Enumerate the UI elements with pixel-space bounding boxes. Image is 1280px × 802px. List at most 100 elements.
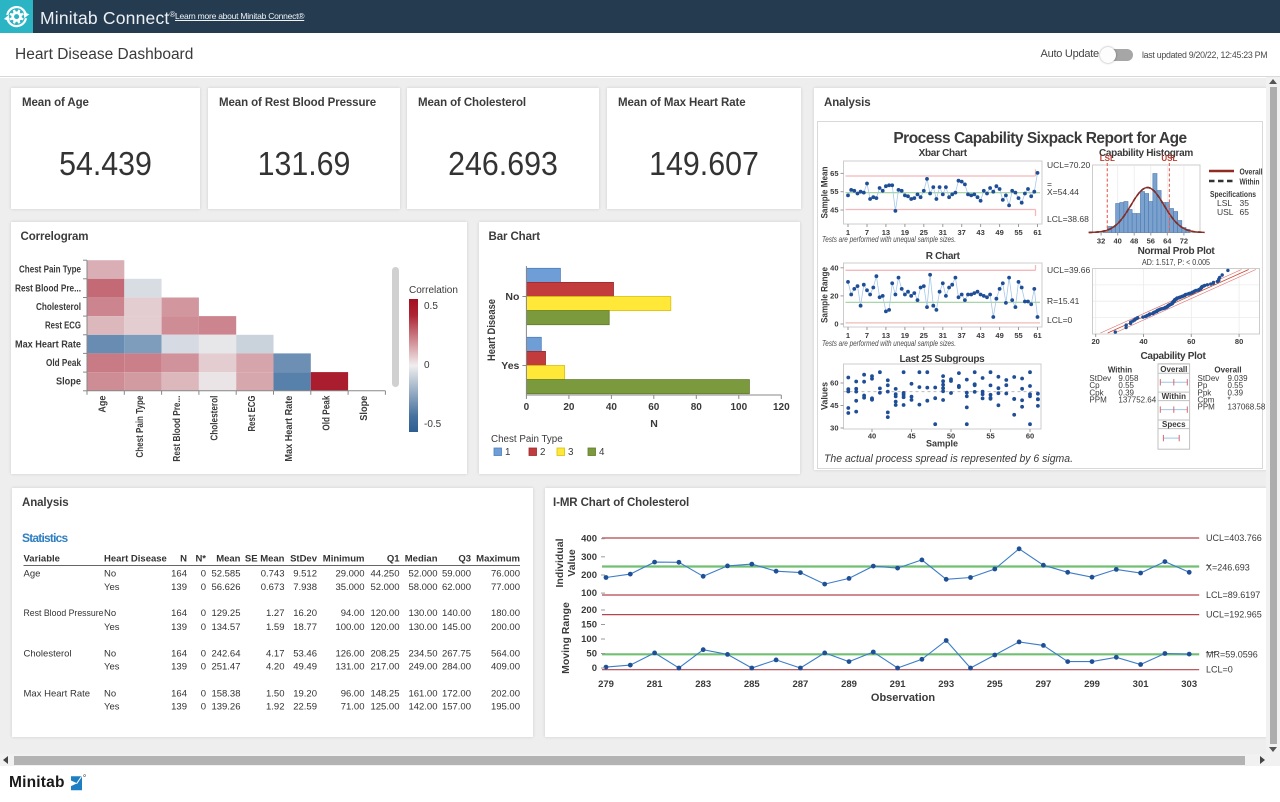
- svg-text:267.75: 267.75: [442, 649, 471, 660]
- svg-text:180.00: 180.00: [491, 608, 520, 619]
- svg-text:Xbar Chart: Xbar Chart: [919, 148, 968, 159]
- svg-text:Max Heart Rate: Max Heart Rate: [24, 689, 91, 700]
- svg-text:LSL: LSL: [1100, 154, 1115, 163]
- svg-text:4.17: 4.17: [266, 649, 285, 660]
- svg-text:Q1: Q1: [387, 554, 400, 565]
- svg-text:281: 281: [647, 679, 664, 690]
- svg-text:137068.58: 137068.58: [1228, 403, 1266, 412]
- svg-text:200.00: 200.00: [491, 622, 520, 633]
- svg-text:1.27: 1.27: [266, 608, 285, 619]
- svg-text:202.00: 202.00: [491, 689, 520, 700]
- svg-text:242.64: 242.64: [211, 649, 240, 660]
- svg-text:19.20: 19.20: [293, 689, 317, 700]
- svg-text:125.00: 125.00: [370, 701, 399, 712]
- svg-text:Heart Disease: Heart Disease: [486, 299, 498, 361]
- svg-text:30: 30: [830, 424, 838, 433]
- svg-text:43: 43: [976, 228, 984, 237]
- svg-text:X=246.693: X=246.693: [1206, 563, 1250, 573]
- svg-text:40: 40: [606, 402, 618, 413]
- svg-text:284.00: 284.00: [442, 662, 471, 673]
- svg-text:Tests are performed with unequ: Tests are performed with unequal sample …: [822, 338, 956, 348]
- svg-text:7.938: 7.938: [293, 582, 317, 593]
- svg-text:139: 139: [171, 662, 187, 673]
- svg-text:289: 289: [841, 679, 857, 690]
- svg-text:65: 65: [1240, 207, 1250, 217]
- svg-text:29.000: 29.000: [335, 569, 364, 580]
- svg-text:Value: Value: [566, 549, 578, 577]
- svg-text:Within: Within: [1162, 392, 1186, 401]
- svg-text:Capability Plot: Capability Plot: [1141, 351, 1207, 362]
- svg-text:-0.5: -0.5: [424, 419, 442, 430]
- svg-text:18.77: 18.77: [293, 622, 317, 633]
- svg-text:130.00: 130.00: [408, 608, 437, 619]
- svg-text:Process Capability Sixpack Rep: Process Capability Sixpack Report for Ag…: [893, 130, 1187, 147]
- svg-text:0.743: 0.743: [261, 569, 285, 580]
- svg-text:Sample: Sample: [926, 439, 958, 449]
- svg-text:56: 56: [1147, 237, 1155, 246]
- svg-text:Chest Pain Type: Chest Pain Type: [135, 395, 146, 457]
- svg-text:65: 65: [830, 169, 838, 178]
- svg-text:148.25: 148.25: [370, 689, 399, 700]
- svg-text:Rest ECG: Rest ECG: [45, 321, 81, 332]
- svg-text:StDev: StDev: [290, 554, 318, 565]
- svg-text:120.00: 120.00: [370, 622, 399, 633]
- svg-text:297: 297: [1035, 679, 1051, 690]
- svg-text:60: 60: [830, 379, 838, 388]
- svg-text:49: 49: [995, 331, 1003, 340]
- svg-text:Slope: Slope: [359, 395, 370, 421]
- svg-text:137752.64: 137752.64: [1118, 396, 1156, 405]
- svg-text:134.57: 134.57: [211, 622, 240, 633]
- svg-text:37: 37: [958, 331, 966, 340]
- svg-text:Minimum: Minimum: [323, 554, 365, 565]
- svg-text:No: No: [104, 689, 116, 700]
- svg-text:1.50: 1.50: [266, 689, 285, 700]
- svg-text:20: 20: [1092, 337, 1100, 346]
- svg-text:52.000: 52.000: [370, 582, 399, 593]
- svg-text:126.00: 126.00: [335, 649, 364, 660]
- svg-text:77.000: 77.000: [491, 582, 520, 593]
- svg-text:Q3: Q3: [458, 554, 471, 565]
- svg-text:139: 139: [171, 582, 187, 593]
- svg-text:Moving Range: Moving Range: [560, 602, 572, 674]
- svg-text:1: 1: [505, 447, 510, 458]
- svg-text:564.00: 564.00: [491, 649, 520, 660]
- svg-text:Chest Pain Type: Chest Pain Type: [19, 265, 81, 276]
- svg-text:No: No: [505, 291, 519, 303]
- svg-text:0: 0: [201, 622, 206, 633]
- svg-text:Specs: Specs: [1162, 420, 1186, 429]
- svg-text:MR=59.0596: MR=59.0596: [1206, 649, 1258, 659]
- svg-text:52.000: 52.000: [408, 569, 437, 580]
- svg-text:Rest Blood Pre...: Rest Blood Pre...: [15, 283, 81, 294]
- svg-text:48: 48: [1130, 237, 1138, 246]
- svg-text:0: 0: [424, 360, 430, 371]
- svg-text:Cholesterol: Cholesterol: [24, 649, 72, 660]
- svg-text:40: 40: [868, 432, 876, 441]
- svg-text:142.00: 142.00: [408, 701, 437, 712]
- svg-text:Median: Median: [405, 554, 438, 565]
- svg-text:62.000: 62.000: [442, 582, 471, 593]
- svg-text:0: 0: [201, 689, 206, 700]
- svg-text:60: 60: [648, 402, 660, 413]
- svg-text:Max Heart Rate: Max Heart Rate: [284, 395, 295, 462]
- svg-text:No: No: [104, 649, 116, 660]
- svg-text:49: 49: [995, 228, 1003, 237]
- svg-text:120.00: 120.00: [370, 608, 399, 619]
- svg-text:55: 55: [986, 432, 994, 441]
- svg-text:55: 55: [1014, 331, 1022, 340]
- svg-text:16.20: 16.20: [293, 608, 317, 619]
- svg-text:158.38: 158.38: [211, 689, 240, 700]
- svg-text:100: 100: [730, 402, 747, 413]
- svg-text:Old Peak: Old Peak: [46, 358, 81, 369]
- svg-text:287: 287: [792, 679, 808, 690]
- svg-text:N*: N*: [195, 554, 206, 565]
- svg-text:59.000: 59.000: [442, 569, 471, 580]
- svg-text:293: 293: [938, 679, 954, 690]
- svg-text:0: 0: [201, 662, 206, 673]
- svg-text:164: 164: [171, 608, 187, 619]
- svg-text:145.00: 145.00: [442, 622, 471, 633]
- svg-text:295: 295: [987, 679, 1004, 690]
- svg-text:Overall: Overall: [1240, 167, 1263, 177]
- svg-text:0.5: 0.5: [424, 301, 438, 312]
- svg-text:94.00: 94.00: [341, 608, 365, 619]
- svg-text:164: 164: [171, 649, 187, 660]
